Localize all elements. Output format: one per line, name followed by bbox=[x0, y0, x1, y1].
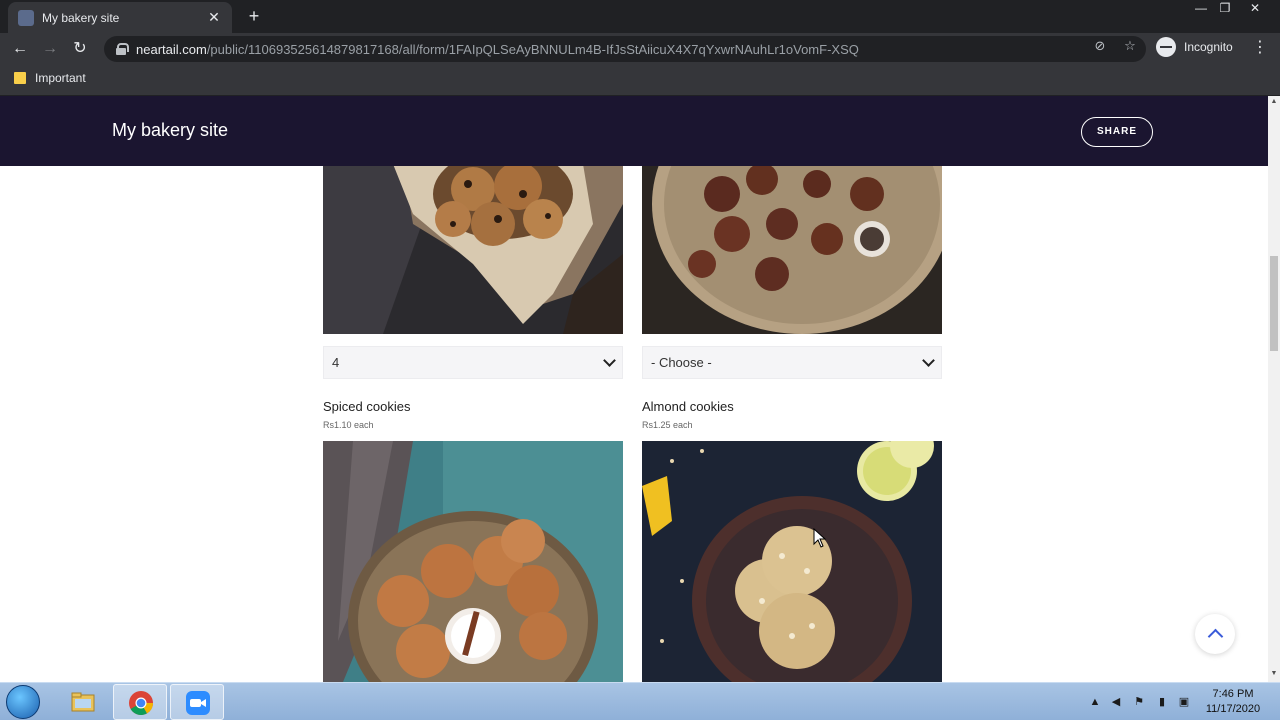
mouse-cursor-icon bbox=[813, 528, 827, 548]
folder-icon bbox=[71, 692, 95, 712]
cookie-basket-photo bbox=[323, 164, 623, 334]
bookmark-folder-important[interactable]: Important bbox=[14, 71, 86, 85]
start-button[interactable] bbox=[6, 685, 40, 719]
taskbar-zoom[interactable] bbox=[170, 684, 224, 720]
url-path: /public/110693525614879817168/all/form/1… bbox=[206, 41, 859, 57]
product-name: Almond cookies bbox=[642, 399, 734, 414]
power-icon[interactable]: ▣ bbox=[1178, 696, 1190, 708]
volume-icon[interactable]: ◀ bbox=[1110, 696, 1122, 708]
spiced-cookies-photo bbox=[323, 441, 623, 682]
browser-tab-strip: My bakery site ✕ + — ❐ ✕ bbox=[0, 0, 1280, 33]
browser-tab[interactable]: My bakery site ✕ bbox=[8, 2, 232, 33]
windows-taskbar: ▲ ◀ ⚑ ▮ ▣ 7:46 PM 11/17/2020 bbox=[0, 682, 1280, 720]
browser-toolbar: ← → ↻ neartail.com/public/11069352561487… bbox=[0, 33, 1280, 65]
incognito-icon bbox=[1156, 37, 1176, 57]
tab-title: My bakery site bbox=[42, 10, 120, 25]
bookmarks-bar: Important bbox=[0, 65, 1280, 96]
scroll-up-arrow-icon[interactable]: ▲ bbox=[1270, 98, 1278, 106]
forward-arrow-icon[interactable]: → bbox=[38, 37, 62, 61]
lock-icon bbox=[116, 43, 129, 55]
page-scrollbar[interactable]: ▲ ▼ bbox=[1268, 96, 1280, 682]
site-title: My bakery site bbox=[112, 120, 229, 140]
restore-window-icon[interactable]: ❐ bbox=[1210, 0, 1240, 18]
browser-menu-icon[interactable]: ⋮ bbox=[1252, 37, 1268, 57]
quantity-select-value: 4 bbox=[332, 355, 340, 370]
product-price: Rs1.25 each bbox=[642, 420, 693, 430]
product-image bbox=[642, 441, 942, 682]
close-tab-icon[interactable]: ✕ bbox=[206, 9, 222, 26]
product-price: Rs1.10 each bbox=[323, 420, 374, 430]
folder-icon bbox=[14, 72, 26, 84]
clock-date: 11/17/2020 bbox=[1205, 703, 1261, 715]
share-button[interactable]: SHARE bbox=[1081, 117, 1153, 147]
site-header: My bakery site SHARE bbox=[0, 96, 1268, 166]
almond-cookies-photo bbox=[642, 441, 942, 682]
back-arrow-icon[interactable]: ← bbox=[8, 37, 32, 61]
quantity-select[interactable]: 4 bbox=[323, 346, 623, 379]
product-image bbox=[642, 164, 942, 334]
show-hidden-icons-icon[interactable]: ▲ bbox=[1089, 696, 1101, 708]
quantity-select-value: - Choose - bbox=[651, 355, 712, 370]
quantity-select[interactable]: - Choose - bbox=[642, 346, 942, 379]
chevron-down-icon bbox=[603, 354, 616, 367]
taskbar-chrome[interactable] bbox=[113, 684, 167, 720]
url-host: neartail.com bbox=[136, 41, 207, 57]
chevron-down-icon bbox=[922, 354, 935, 367]
chrome-icon bbox=[129, 691, 153, 716]
incognito-label: Incognito bbox=[1184, 40, 1233, 54]
action-center-flag-icon[interactable]: ⚑ bbox=[1133, 696, 1145, 708]
page-viewport: 4 - Choose - Spiced cookies Rs1.10 each … bbox=[0, 96, 1268, 682]
reload-icon[interactable]: ↻ bbox=[68, 37, 92, 61]
product-name: Spiced cookies bbox=[323, 399, 411, 414]
new-tab-icon[interactable]: + bbox=[244, 6, 264, 26]
taskbar-clock[interactable]: 7:46 PM 11/17/2020 bbox=[1200, 687, 1266, 717]
site-favicon-icon bbox=[18, 9, 34, 26]
scroll-to-top-button[interactable] bbox=[1195, 614, 1235, 654]
network-signal-icon[interactable]: ▮ bbox=[1156, 696, 1168, 708]
video-camera-icon bbox=[186, 691, 210, 715]
product-image bbox=[323, 441, 623, 682]
scroll-down-arrow-icon[interactable]: ▼ bbox=[1270, 670, 1278, 678]
close-window-icon[interactable]: ✕ bbox=[1240, 0, 1270, 18]
eye-slash-icon[interactable]: ⊘ bbox=[1091, 37, 1109, 55]
address-bar[interactable]: neartail.com/public/11069352561487981716… bbox=[104, 36, 1146, 62]
taskbar-file-explorer[interactable] bbox=[56, 684, 110, 720]
bookmark-star-icon[interactable]: ☆ bbox=[1121, 37, 1139, 55]
clock-time: 7:46 PM bbox=[1212, 688, 1254, 700]
incognito-indicator[interactable]: Incognito bbox=[1156, 37, 1233, 57]
product-image bbox=[323, 164, 623, 334]
bookmark-label: Important bbox=[35, 71, 86, 85]
scrollbar-thumb[interactable] bbox=[1270, 256, 1278, 351]
chocolate-cookies-plate-photo bbox=[642, 164, 942, 334]
